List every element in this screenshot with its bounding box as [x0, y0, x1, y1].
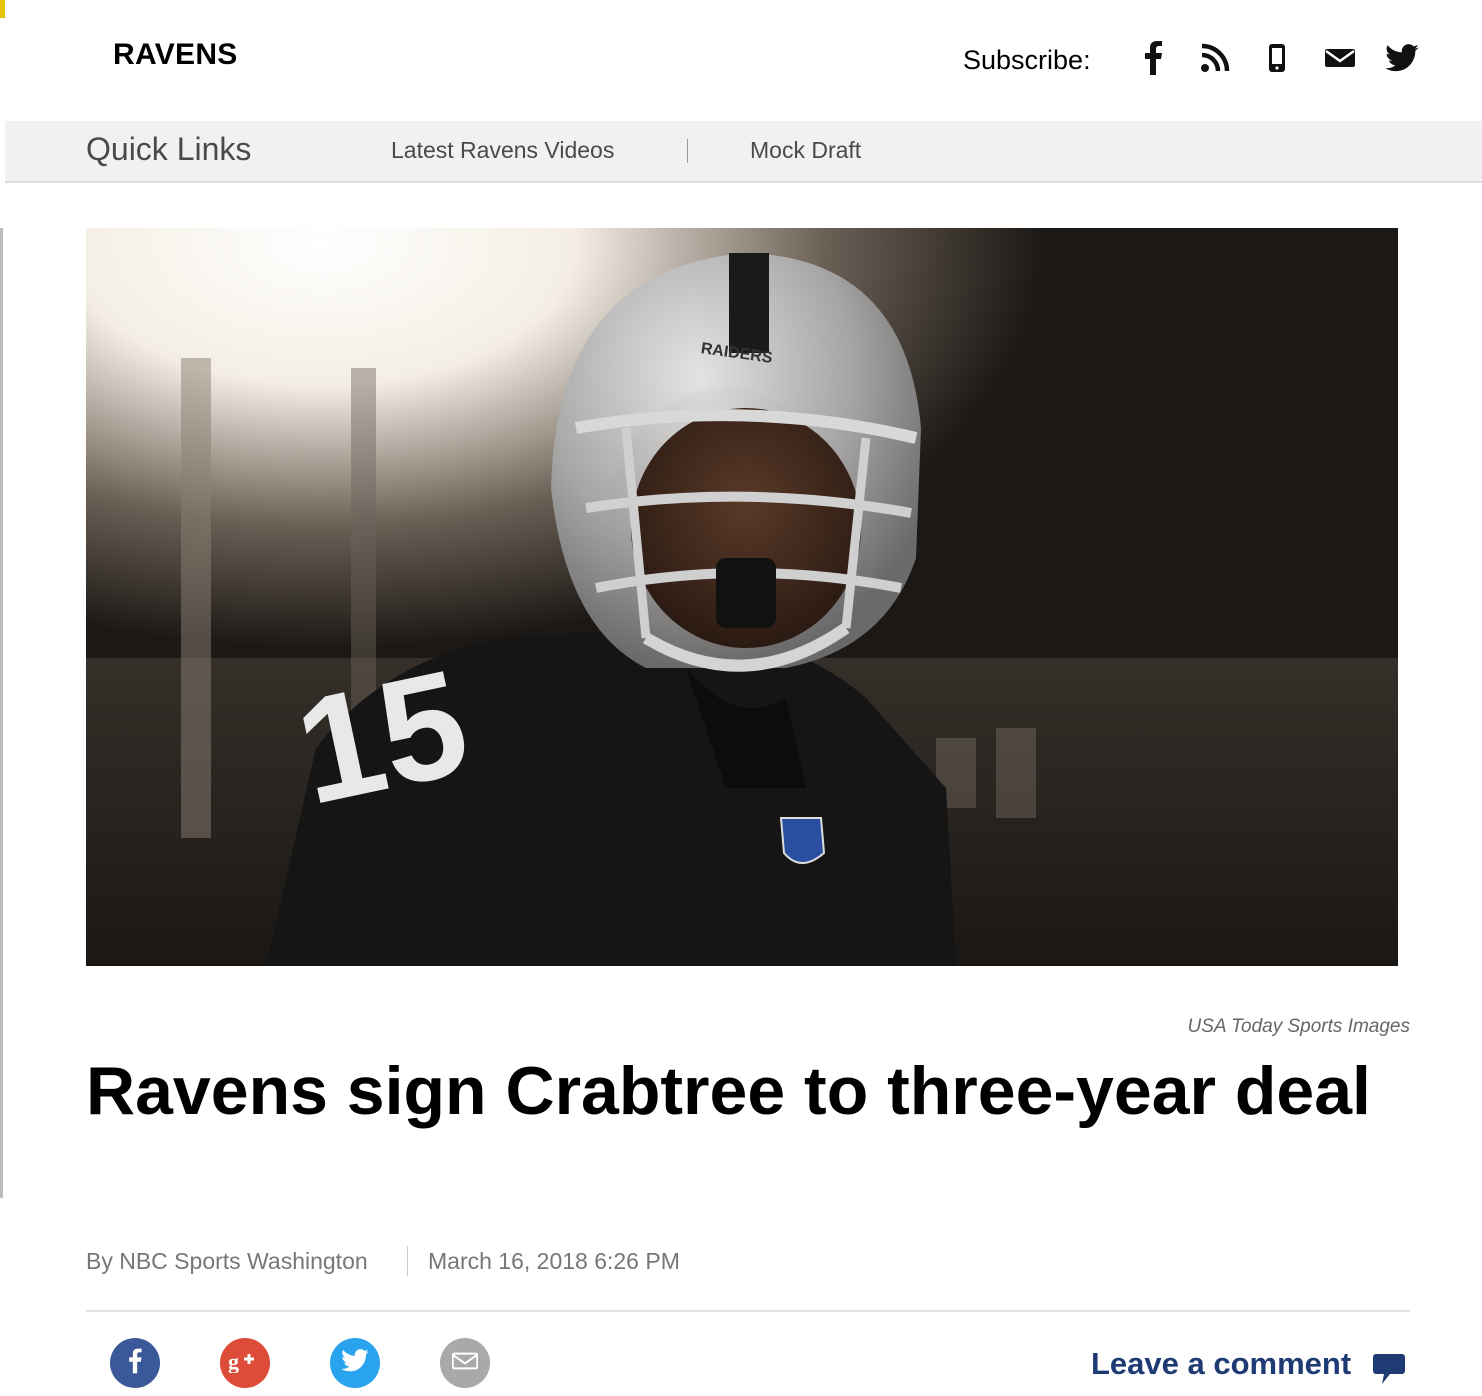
quick-links-divider [687, 139, 688, 163]
share-divider [86, 1310, 1410, 1312]
quick-links-title: Quick Links [86, 131, 252, 167]
edge-accent [0, 0, 5, 18]
rss-icon[interactable] [1197, 40, 1233, 76]
hero-image: 15 RAIDERS [86, 228, 1398, 966]
quick-link-latest-videos[interactable]: Latest Ravens Videos [391, 137, 614, 164]
mobile-icon[interactable] [1259, 40, 1295, 76]
article-headline: Ravens sign Crabtree to three-year deal [86, 1053, 1371, 1129]
twitter-icon [341, 1349, 369, 1377]
google-plus-icon: g [228, 1349, 262, 1378]
svg-text:15: 15 [283, 637, 481, 836]
quick-link-mock-draft[interactable]: Mock Draft [750, 137, 861, 164]
leave-comment-link[interactable]: Leave a comment [1091, 1346, 1351, 1382]
share-facebook-button[interactable] [110, 1338, 160, 1388]
site-title[interactable]: RAVENS [113, 38, 238, 72]
comment-bubble-icon[interactable] [1372, 1352, 1406, 1391]
share-email-button[interactable] [440, 1338, 490, 1388]
email-icon[interactable] [1322, 40, 1358, 76]
email-icon [451, 1352, 479, 1375]
svg-text:g: g [228, 1349, 239, 1373]
byline-divider [407, 1246, 408, 1276]
twitter-icon[interactable] [1384, 40, 1420, 76]
facebook-icon[interactable] [1135, 40, 1171, 76]
facebook-icon [127, 1347, 143, 1380]
photo-credit: USA Today Sports Images [1187, 1016, 1410, 1037]
article-date: March 16, 2018 6:26 PM [428, 1248, 680, 1274]
subscribe-label: Subscribe: [963, 45, 1091, 75]
share-google-plus-button[interactable]: g [220, 1338, 270, 1388]
share-twitter-button[interactable] [330, 1338, 380, 1388]
page-left-edge [0, 0, 5, 1396]
quick-links-bar: Quick Links Latest Ravens Videos Mock Dr… [5, 121, 1482, 183]
article-byline[interactable]: By NBC Sports Washington [86, 1248, 368, 1275]
edge-scroll-track [0, 228, 3, 1198]
